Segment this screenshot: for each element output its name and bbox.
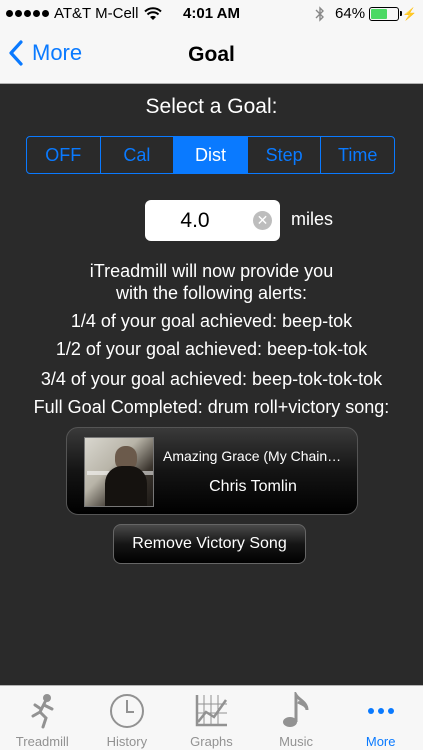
runner-icon xyxy=(31,694,54,729)
alerts-intro-line-2: with the following alerts: xyxy=(115,283,308,303)
tab-treadmill[interactable]: Treadmill xyxy=(0,686,85,750)
goal-type-segmented-control: OFF Cal Dist Step Time xyxy=(26,136,395,174)
page-title: Goal xyxy=(188,43,235,66)
segment-dist[interactable]: Dist xyxy=(174,137,248,173)
goal-content: Select a Goal: OFF Cal Dist Step Time 4.… xyxy=(0,85,423,685)
tab-label: History xyxy=(106,734,148,749)
navigation-bar: More Goal xyxy=(0,28,423,84)
alert-half: 1/2 of your goal achieved: beep-tok-tok xyxy=(55,339,368,359)
tab-graphs[interactable]: Graphs xyxy=(169,686,254,750)
tab-label: Graphs xyxy=(190,734,233,749)
alerts-intro-line-1: iTreadmill will now provide you xyxy=(89,261,334,281)
clear-icon[interactable]: ✕ xyxy=(253,211,272,230)
clock-icon xyxy=(109,694,144,728)
tab-bar: Treadmill History Graphs Music More xyxy=(0,685,423,750)
bluetooth-icon xyxy=(315,5,325,22)
goal-value-text: 4.0 xyxy=(180,209,210,232)
tab-label: More xyxy=(365,734,396,749)
alert-quarter: 1/4 of your goal achieved: beep-tok xyxy=(70,311,353,331)
goal-unit-label: miles xyxy=(291,209,334,229)
alerts-intro: iTreadmill will now provide you with the… xyxy=(0,260,423,304)
alert-three-quarter: 3/4 of your goal achieved: beep-tok-tok-… xyxy=(40,369,383,389)
select-goal-heading: Select a Goal: xyxy=(145,95,278,118)
music-note-icon xyxy=(283,692,309,727)
battery-icon xyxy=(369,6,403,21)
status-bar: AT&T M-Cell 4:01 AM 64% ⚡ xyxy=(0,0,423,28)
segment-cal[interactable]: Cal xyxy=(101,137,175,173)
battery-level-fill xyxy=(371,8,388,19)
tab-label: Treadmill xyxy=(15,734,69,749)
battery-percent: 64% xyxy=(335,5,366,22)
charging-bolt-icon: ⚡ xyxy=(402,6,417,21)
song-title: Amazing Grace (My Chains Are Gone) xyxy=(163,448,343,464)
album-art xyxy=(84,437,154,507)
victory-song-card[interactable]: Amazing Grace (My Chains Are Gone) Chris… xyxy=(66,427,358,515)
tab-history[interactable]: History xyxy=(85,686,170,750)
more-dots-icon xyxy=(367,708,394,714)
segment-step[interactable]: Step xyxy=(248,137,322,173)
goal-value-field[interactable]: 4.0 ✕ xyxy=(145,200,280,241)
graph-icon xyxy=(196,695,228,727)
song-artist: Chris Tomlin xyxy=(209,478,297,495)
segment-off[interactable]: OFF xyxy=(27,137,101,173)
tab-music[interactable]: Music xyxy=(254,686,339,750)
alert-complete: Full Goal Completed: drum roll+victory s… xyxy=(33,397,390,417)
segment-time[interactable]: Time xyxy=(321,137,394,173)
remove-victory-song-button[interactable]: Remove Victory Song xyxy=(113,524,306,564)
tab-label: Music xyxy=(279,734,314,749)
tab-more[interactable]: More xyxy=(338,686,423,750)
